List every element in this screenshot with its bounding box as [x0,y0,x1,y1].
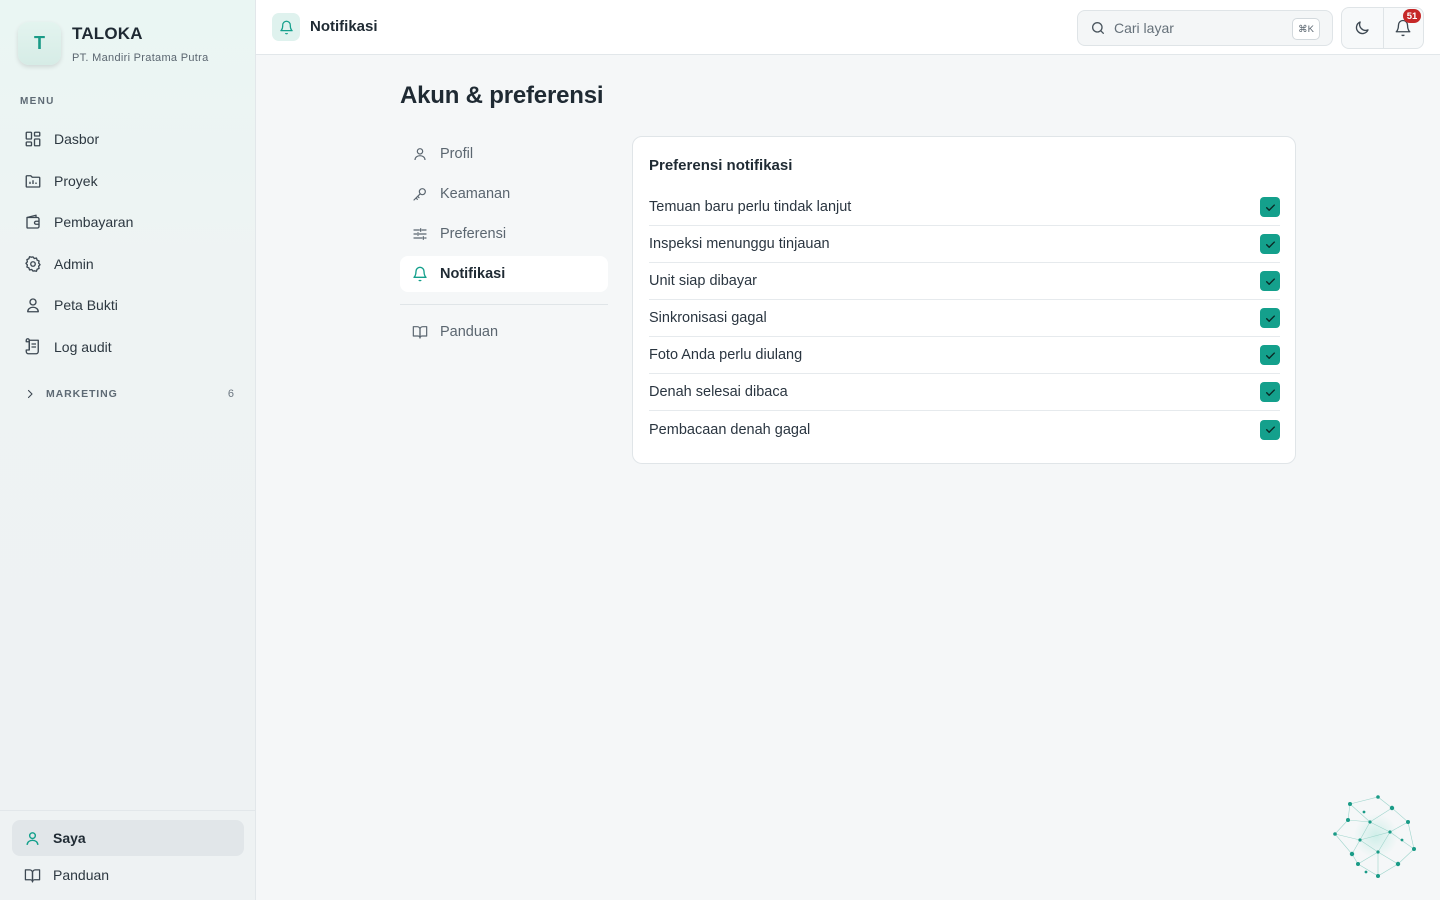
brand-org: PT. Mandiri Pratama Putra [72,52,209,64]
preference-row: Denah selesai dibaca [649,374,1280,411]
moon-icon [1356,21,1369,35]
preference-label: Inspeksi menunggu tinjauan [649,236,830,252]
bell-icon [279,20,293,34]
check-icon [1265,351,1275,359]
preference-checkbox[interactable] [1260,308,1280,328]
subnav-label: Notifikasi [440,266,506,282]
preference-checkbox[interactable] [1260,197,1280,217]
sliders-icon [413,228,427,240]
sidebar-item-peta-bukti[interactable]: Peta Bukti [12,287,244,323]
audit-log-icon [25,337,39,354]
preference-checkbox[interactable] [1260,345,1280,365]
book-icon [412,326,428,339]
check-icon [1265,314,1275,322]
bell-icon [413,266,427,282]
book-icon [24,868,41,883]
sidebar-item-dasbor[interactable]: Dasbor [12,121,244,157]
menu-title: MENU [20,96,55,107]
check-icon [1265,203,1275,211]
preference-row: Inspeksi menunggu tinjauan [649,226,1280,263]
subnav-label: Profil [440,146,474,162]
subnav-item-profil[interactable]: Profil [400,136,608,172]
sidebar-item-pembayaran[interactable]: Pembayaran [12,204,244,240]
topbar-title: Notifikasi [310,18,378,35]
preference-label: Temuan baru perlu tindak lanjut [649,199,852,215]
check-icon [1265,277,1275,285]
preference-checkbox[interactable] [1260,382,1280,402]
notifications-button[interactable]: 51 [1382,8,1424,48]
subnav-item-notifikasi[interactable]: Notifikasi [400,256,608,292]
preference-label: Denah selesai dibaca [649,384,788,400]
check-icon [1265,240,1275,248]
preference-row: Sinkronisasi gagal [649,300,1280,337]
brand-logo: T [18,22,61,65]
sidebar: T TALOKA PT. Mandiri Pratama Putra MENU … [0,0,256,900]
notification-badge: 51 [1403,9,1421,23]
sidebar-nav: Dasbor Proyek Pembayaran Admin Peta Bukt… [12,121,244,370]
sidebar-item-label: Peta Bukti [54,297,118,313]
preference-checkbox[interactable] [1260,234,1280,254]
preference-row: Foto Anda perlu diulang [649,337,1280,374]
subnav-item-preferensi[interactable]: Preferensi [400,216,608,252]
sidebar-item-admin[interactable]: Admin [12,246,244,282]
sidebar-item-label: Admin [54,255,94,272]
sidebar-item-label: Panduan [53,867,110,883]
sidebar-item-saya[interactable]: Saya [12,820,244,856]
sidebar-group-marketing[interactable]: MARKETING 6 [24,384,234,404]
search-shortcut: ⌘K [1292,18,1320,40]
check-icon [1265,426,1275,433]
gear-icon [25,255,41,272]
page-title: Akun & preferensi [400,82,604,109]
group-label: MARKETING [46,388,118,400]
preference-label: Pembacaan denah gagal [649,421,811,438]
user-icon [26,831,39,845]
topbar-page-icon [272,13,300,41]
search-box[interactable]: ⌘K [1077,10,1333,46]
card-title: Preferensi notifikasi [649,157,793,174]
sidebar-item-label: Proyek [54,172,98,189]
preference-row: Temuan baru perlu tindak lanjut [649,189,1280,226]
preference-label: Sinkronisasi gagal [649,310,767,326]
sidebar-item-log-audit[interactable]: Log audit [12,329,244,365]
wallet-icon [26,214,40,229]
topbar-actions: 51 [1341,7,1424,49]
subnav-item-panduan[interactable]: Panduan [400,314,608,350]
preference-row: Unit siap dibayar [649,263,1280,300]
search-icon [1092,22,1104,34]
project-icon [25,174,41,188]
preference-row: Pembacaan denah gagal [649,411,1280,448]
chevron-right-icon [27,389,33,399]
notification-preferences-card: Preferensi notifikasi Temuan baru perlu … [632,136,1296,464]
subnav-item-keamanan[interactable]: Keamanan [400,176,608,212]
group-count: 6 [227,388,234,400]
sidebar-item-proyek[interactable]: Proyek [12,163,244,199]
sidebar-item-label: Dasbor [54,131,100,147]
sidebar-item-label: Saya [53,830,86,846]
sidebar-bottom: Saya Panduan [0,810,256,900]
topbar: Notifikasi ⌘K 51 [256,0,1440,55]
brand-name: TALOKA [72,24,143,43]
brand[interactable]: T TALOKA PT. Mandiri Pratama Putra [18,22,209,65]
subnav-label: Preferensi [440,226,507,242]
subnav-label: Keamanan [440,186,511,202]
preference-list: Temuan baru perlu tindak lanjut Inspeksi… [649,189,1280,448]
search-input[interactable] [1114,20,1284,36]
subnav-label: Panduan [440,324,499,340]
check-icon [1265,388,1275,396]
preference-label: Foto Anda perlu diulang [649,347,803,363]
map-pin-user-icon [27,298,39,313]
subnav-divider [400,304,608,305]
assistant-orb-icon[interactable] [1330,792,1420,882]
preference-checkbox[interactable] [1260,271,1280,291]
sidebar-item-label: Pembayaran [54,214,134,230]
key-icon [413,188,426,201]
sidebar-item-panduan[interactable]: Panduan [12,857,244,893]
preference-label: Unit siap dibayar [649,273,757,289]
preference-checkbox[interactable] [1260,419,1280,440]
user-icon [414,148,426,161]
sidebar-item-label: Log audit [54,338,112,355]
settings-subnav: Profil Keamanan Preferensi Notifikasi Pa… [400,136,608,354]
dashboard-icon [25,131,41,147]
theme-toggle-button[interactable] [1342,8,1383,48]
